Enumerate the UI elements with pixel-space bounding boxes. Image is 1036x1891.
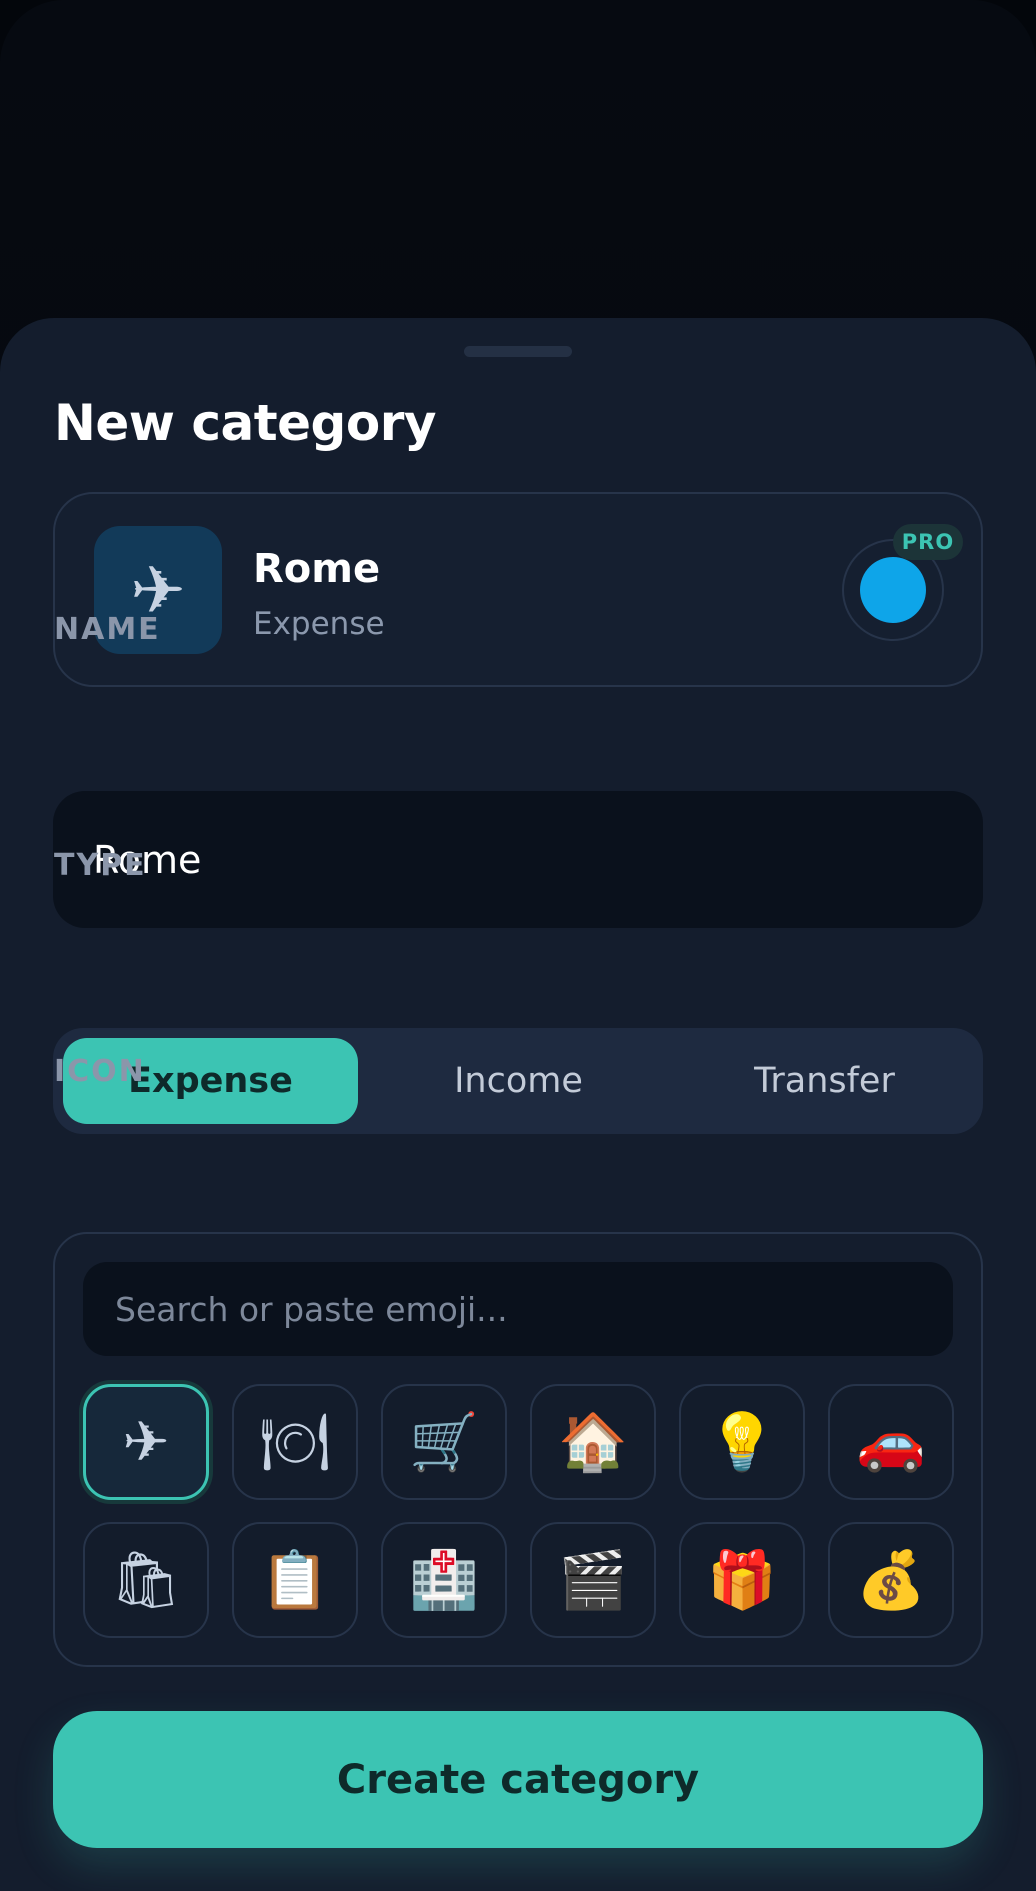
preview-category-type: Expense xyxy=(253,606,385,642)
icon-option-car[interactable]: 🚗 xyxy=(828,1384,954,1500)
icon-option-plate-cutlery[interactable]: 🍽 xyxy=(232,1384,358,1500)
medical-icon: 🏥 xyxy=(409,1548,479,1613)
icon-option-light-bulb[interactable]: 💡 xyxy=(679,1384,805,1500)
selected-color-swatch xyxy=(860,557,926,623)
icon-option-clipboard[interactable]: 📋 xyxy=(232,1522,358,1638)
icon-option-medical[interactable]: 🏥 xyxy=(381,1522,507,1638)
money-bag-icon: 💰 xyxy=(856,1548,926,1613)
sheet-drag-handle[interactable] xyxy=(464,346,572,357)
icon-option-house[interactable]: 🏠 xyxy=(530,1384,656,1500)
icon-option-money-bag[interactable]: 💰 xyxy=(828,1522,954,1638)
name-input[interactable] xyxy=(53,791,983,928)
clipboard-icon: 📋 xyxy=(260,1548,330,1613)
category-preview-card: ✈ Rome Expense PRO xyxy=(53,492,983,687)
type-option-transfer[interactable]: Transfer xyxy=(677,1038,972,1124)
car-icon: 🚗 xyxy=(856,1410,926,1475)
new-category-sheet: New category ✈ Rome Expense PRO NAME TYP… xyxy=(0,318,1036,1891)
icon-option-gift[interactable]: 🎁 xyxy=(679,1522,805,1638)
shopping-cart-icon: 🛒 xyxy=(409,1410,479,1475)
icon-option-shopping-cart[interactable]: 🛒 xyxy=(381,1384,507,1500)
pro-badge: PRO xyxy=(893,524,963,560)
type-field-label: TYPE xyxy=(54,848,147,883)
airplane-icon: ✈ xyxy=(122,1409,170,1475)
type-option-income[interactable]: Income xyxy=(371,1038,666,1124)
emoji-search-input[interactable] xyxy=(83,1262,953,1356)
sheet-title: New category xyxy=(54,394,436,452)
icon-option-shopping-bags[interactable]: 🛍 xyxy=(83,1522,209,1638)
icon-option-clapperboard[interactable]: 🎬 xyxy=(530,1522,656,1638)
house-icon: 🏠 xyxy=(558,1410,628,1475)
gift-icon: 🎁 xyxy=(707,1548,777,1613)
icon-field-label: ICON xyxy=(54,1054,146,1089)
light-bulb-icon: 💡 xyxy=(707,1410,777,1475)
icon-option-airplane[interactable]: ✈ xyxy=(83,1384,209,1500)
icon-grid: ✈ 🍽 🛒 🏠 💡 🚗 🛍 📋 🏥 🎬 🎁 💰 xyxy=(83,1384,954,1638)
preview-category-name: Rome xyxy=(253,546,381,592)
clapperboard-icon: 🎬 xyxy=(558,1548,628,1613)
type-segmented-control: Expense Income Transfer xyxy=(53,1028,983,1134)
plate-cutlery-icon: 🍽 xyxy=(259,1410,331,1475)
icon-picker-panel: ✈ 🍽 🛒 🏠 💡 🚗 🛍 📋 🏥 🎬 🎁 💰 xyxy=(53,1232,983,1667)
name-field-label: NAME xyxy=(54,612,161,647)
create-category-button[interactable]: Create category xyxy=(53,1711,983,1848)
shopping-bags-icon: 🛍 xyxy=(110,1548,182,1613)
